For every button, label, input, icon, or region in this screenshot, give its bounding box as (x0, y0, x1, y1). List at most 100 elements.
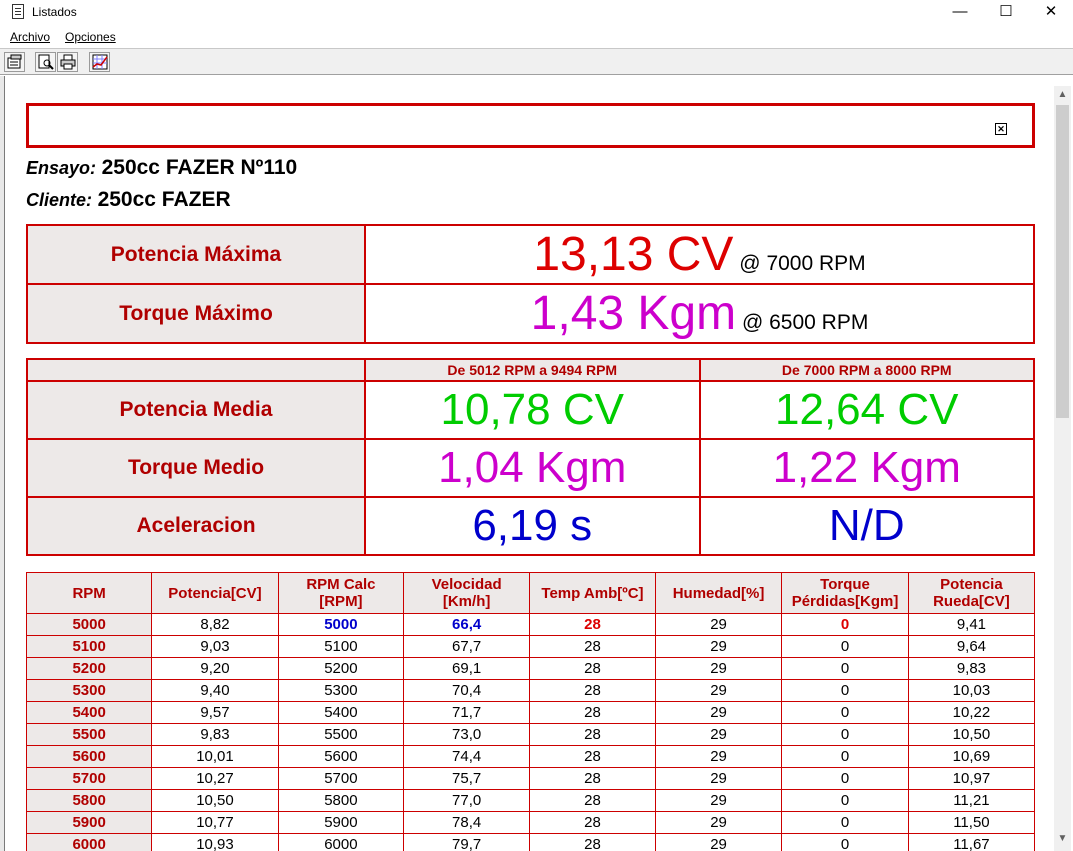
ensayo-label: Ensayo: (26, 158, 97, 178)
table-cell: 0 (781, 767, 909, 790)
data-table-header: RPM Potencia[CV] RPM Calc [RPM] Velocida… (25, 572, 1036, 614)
table-cell: 75,7 (403, 767, 531, 790)
table-cell: 9,20 (151, 657, 279, 680)
cliente-label: Cliente: (26, 190, 93, 210)
medios-header-row: De 5012 RPM a 9494 RPM De 7000 RPM a 800… (26, 358, 1035, 382)
scroll-down-icon[interactable]: ▼ (1054, 830, 1071, 847)
table-cell: 6000 (277, 833, 405, 851)
table-cell: 78,4 (403, 811, 531, 834)
table-cell: 0 (781, 701, 909, 724)
table-cell: 5300 (25, 679, 153, 702)
table-cell: 66,4 (403, 613, 531, 636)
close-button[interactable]: ✕ (1028, 0, 1073, 26)
table-cell: 79,7 (403, 833, 531, 851)
title-bar: Listados — ☐ ✕ (0, 0, 1073, 26)
table-row: 5000 8,82 5000 66,4 28 29 0 9,41 (25, 613, 1036, 636)
torque-medio-v2: 1,22 Kgm (698, 438, 1035, 498)
table-cell: 10,01 (151, 745, 279, 768)
table-cell: 29 (654, 789, 783, 812)
menu-archivo-label: Archivo (10, 30, 51, 44)
potencia-maxima-cell: 13,13 CV @ 7000 RPM (364, 224, 1035, 285)
table-cell: 11,21 (907, 789, 1036, 812)
table-row: 5700 10,27 5700 75,7 28 29 0 10,97 (25, 767, 1036, 790)
table-cell: 29 (654, 811, 783, 834)
scroll-thumb[interactable] (1056, 105, 1069, 418)
table-cell: 28 (529, 657, 656, 680)
table-cell: 29 (654, 723, 783, 746)
potencia-media-row: Potencia Media 10,78 CV 12,64 CV (26, 380, 1035, 440)
table-cell: 28 (529, 767, 656, 790)
table-row: 5600 10,01 5600 74,4 28 29 0 10,69 (25, 745, 1036, 768)
maximize-button[interactable]: ☐ (983, 0, 1029, 26)
ensayo-value: 250cc FAZER Nº110 (101, 156, 298, 179)
medios-header-empty (26, 358, 366, 382)
menu-archivo[interactable]: Archivo (10, 30, 50, 44)
table-cell: 5000 (277, 613, 405, 636)
potencia-maxima-row: Potencia Máxima 13,13 CV @ 7000 RPM (26, 224, 1035, 285)
table-cell: 5600 (25, 745, 153, 768)
grid-chart-button[interactable] (89, 52, 110, 72)
table-cell: 10,50 (151, 789, 279, 812)
report-header-box: ✕ (26, 103, 1035, 148)
cliente-row: Cliente: 250cc FAZER (26, 188, 231, 212)
menu-bar: Archivo Opciones (0, 27, 1073, 47)
aceleracion-label: Aceleracion (26, 496, 366, 556)
table-cell: 8,82 (151, 613, 279, 636)
table-row: 5800 10,50 5800 77,0 28 29 0 11,21 (25, 789, 1036, 812)
table-cell: 10,97 (907, 767, 1036, 790)
table-cell: 5200 (25, 657, 153, 680)
table-cell: 5500 (25, 723, 153, 746)
table-cell: 28 (529, 723, 656, 746)
table-cell: 73,0 (403, 723, 531, 746)
table-cell: 0 (781, 723, 909, 746)
table-cell: 5700 (25, 767, 153, 790)
table-row: 5200 9,20 5200 69,1 28 29 0 9,83 (25, 657, 1036, 680)
report-view[interactable]: ✕ Ensayo: 250cc FAZER Nº110 Cliente: 250… (4, 76, 1054, 851)
col-temp-amb: Temp Amb[ºC] (529, 572, 656, 614)
torque-maximo-row: Torque Máximo 1,43 Kgm @ 6500 RPM (26, 283, 1035, 344)
medios-table: De 5012 RPM a 9494 RPM De 7000 RPM a 800… (26, 358, 1035, 556)
vertical-scrollbar[interactable]: ▲ ▼ (1054, 86, 1071, 851)
table-cell: 28 (529, 679, 656, 702)
table-cell: 69,1 (403, 657, 531, 680)
table-cell: 9,83 (907, 657, 1036, 680)
col-torque-perdidas: Torque Pérdidas[Kgm] (781, 572, 909, 614)
col-potencia: Potencia[CV] (151, 572, 279, 614)
menu-opciones[interactable]: Opciones (65, 30, 116, 44)
table-row: 5500 9,83 5500 73,0 28 29 0 10,50 (25, 723, 1036, 746)
table-cell: 5100 (277, 635, 405, 658)
table-row: 5900 10,77 5900 78,4 28 29 0 11,50 (25, 811, 1036, 834)
table-cell: 0 (781, 811, 909, 834)
document-icon (12, 4, 24, 19)
table-cell: 9,40 (151, 679, 279, 702)
minimize-button[interactable]: — (937, 0, 983, 26)
table-cell: 10,22 (907, 701, 1036, 724)
ensayo-row: Ensayo: 250cc FAZER Nº110 (26, 156, 297, 180)
table-cell: 28 (529, 811, 656, 834)
torque-maximo-value: 1,43 Kgm (530, 287, 737, 340)
torque-maximo-rpm: @ 6500 RPM (736, 311, 869, 334)
table-cell: 5000 (25, 613, 153, 636)
table-cell: 29 (654, 701, 783, 724)
close-box-icon[interactable]: ✕ (995, 123, 1007, 135)
print-preview-icon (38, 54, 54, 70)
col-velocidad: Velocidad [Km/h] (403, 572, 531, 614)
table-cell: 5200 (277, 657, 405, 680)
table-cell: 5800 (25, 789, 153, 812)
print-preview-button[interactable] (35, 52, 56, 72)
scroll-up-icon[interactable]: ▲ (1054, 86, 1071, 103)
col-potencia-rueda: Potencia Rueda[CV] (907, 572, 1036, 614)
table-cell: 5400 (277, 701, 405, 724)
table-cell: 28 (529, 701, 656, 724)
table-cell: 70,4 (403, 679, 531, 702)
properties-button[interactable] (4, 52, 25, 72)
table-cell: 9,03 (151, 635, 279, 658)
table-cell: 5600 (277, 745, 405, 768)
menu-opciones-label: Opciones (65, 30, 116, 44)
table-cell: 9,41 (907, 613, 1036, 636)
table-cell: 9,57 (151, 701, 279, 724)
col-humedad: Humedad[%] (654, 572, 783, 614)
print-button[interactable] (57, 52, 78, 72)
torque-maximo-cell: 1,43 Kgm @ 6500 RPM (364, 283, 1035, 344)
table-cell: 28 (529, 745, 656, 768)
